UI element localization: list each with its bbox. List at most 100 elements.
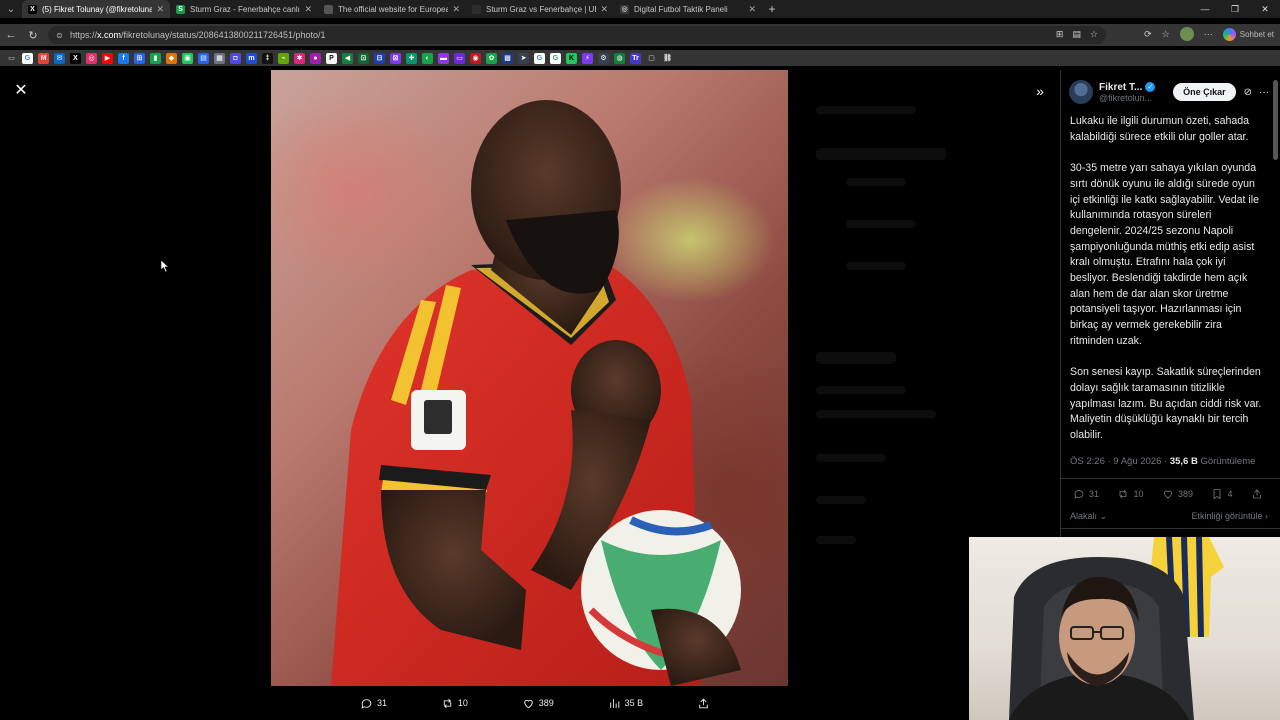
bookmark-icon[interactable]: ▶ xyxy=(102,52,113,64)
bookmark-icon[interactable]: ▢ xyxy=(646,52,657,64)
photo-action-bar: 31 10 389 35 B xyxy=(360,692,710,714)
collections-icon[interactable]: ▭ xyxy=(6,52,17,64)
bookmark-icon[interactable]: ⊟ xyxy=(374,52,385,64)
bookmark-icon[interactable]: ‡ xyxy=(262,52,273,64)
bookmark-icon[interactable]: ▩ xyxy=(502,52,513,64)
related-dropdown[interactable]: Alakalı ⌄ xyxy=(1070,511,1107,522)
bookmark-icon[interactable]: ▤ xyxy=(198,52,209,64)
browser-tab[interactable]: ◎ Digital Futbol Taktik Paneli ✕ xyxy=(614,0,762,18)
bookmark-icon[interactable]: ◍ xyxy=(614,52,625,64)
grok-icon[interactable]: ⊘ xyxy=(1244,87,1252,98)
tab-close-icon[interactable]: ✕ xyxy=(600,4,608,15)
tweet-photo[interactable] xyxy=(271,70,788,686)
bookmark-icon[interactable]: ➤ xyxy=(518,52,529,64)
tweet-timestamp[interactable]: ÖS 2:26 · 9 Ağu 2026 · xyxy=(1070,456,1167,467)
back-icon[interactable]: ← xyxy=(0,29,22,41)
bookmark-icon xyxy=(1214,489,1221,500)
like-button[interactable]: 389 xyxy=(522,697,554,710)
browser-tab[interactable]: Sturm Graz vs Fenerbahçe | UEFA ✕ xyxy=(466,0,614,18)
bookmark-icon[interactable]: ⊞ xyxy=(134,52,145,64)
panel-scrollbar[interactable] xyxy=(1273,80,1278,160)
bookmark-icon[interactable]: ▦ xyxy=(214,52,225,64)
bookmark-icon[interactable]: ● xyxy=(310,52,321,64)
profile-avatar[interactable] xyxy=(1179,27,1194,41)
bookmark-icon[interactable]: G xyxy=(22,52,33,64)
collapse-panel-icon[interactable]: » xyxy=(1030,82,1050,100)
bookmark-icon[interactable]: ▬ xyxy=(438,52,449,64)
bookmark-icon[interactable]: ▮ xyxy=(150,52,161,64)
tab-search-icon[interactable]: ⌄ xyxy=(0,0,22,18)
favorite-star-icon[interactable]: ☆ xyxy=(1090,29,1098,40)
tab-title: The official website for European xyxy=(338,4,449,14)
maximize-icon[interactable]: ❐ xyxy=(1220,0,1250,18)
photo-area: ✕ » 31 10 389 35 B xyxy=(0,70,1060,720)
bookmark-icon[interactable]: X xyxy=(70,52,81,64)
bookmark-icon[interactable]: ⚙ xyxy=(598,52,609,64)
bookmark-icon[interactable]: f xyxy=(118,52,129,64)
bookmark-icon[interactable]: ⛓ xyxy=(662,52,673,64)
minimize-icon[interactable]: — xyxy=(1190,0,1220,18)
bookmark-icon[interactable]: ✚ xyxy=(406,52,417,64)
browser-tab[interactable]: X (5) Fikret Tolunay (@fikretolunay) / ✕ xyxy=(22,0,170,18)
tweet-repost-button[interactable]: 10 xyxy=(1117,488,1144,500)
bookmark-icon[interactable]: m xyxy=(246,52,257,64)
reader-icon[interactable]: ▤ xyxy=(1072,29,1081,40)
reply-button[interactable]: 31 xyxy=(360,697,387,710)
bookmark-icon[interactable]: ◉ xyxy=(470,52,481,64)
tweet-bookmark-button[interactable]: 4 xyxy=(1211,488,1232,500)
tab-close-icon[interactable]: ✕ xyxy=(304,4,312,15)
bookmark-icon[interactable]: ▭ xyxy=(454,52,465,64)
favorites-icon[interactable]: ☆ xyxy=(1162,29,1170,40)
bookmark-icon[interactable]: ◀ xyxy=(342,52,353,64)
bookmark-icon[interactable]: ⌁ xyxy=(278,52,289,64)
tab-close-icon[interactable]: ✕ xyxy=(748,4,756,15)
tab-close-icon[interactable]: ✕ xyxy=(156,4,164,15)
author-names[interactable]: Fikret T... ✓ @fikretolun... xyxy=(1099,82,1167,103)
site-info-icon[interactable]: ⊜ xyxy=(56,31,66,40)
bookmark-icon[interactable]: P xyxy=(326,52,337,64)
bookmark-icon[interactable]: ✉ xyxy=(54,52,65,64)
apps-icon[interactable]: ⊞ xyxy=(1056,29,1064,40)
tweet-paragraph: Son senesi kayıp. Sakatlık süreçlerinden… xyxy=(1070,366,1262,442)
author-name: Fikret T... xyxy=(1099,81,1143,93)
bookmark-icon[interactable]: M xyxy=(38,52,49,64)
new-tab-button[interactable]: + xyxy=(762,2,782,16)
close-icon[interactable]: ✕ xyxy=(12,82,30,100)
reload-icon[interactable]: ↻ xyxy=(22,29,44,42)
bookmark-icon[interactable]: ◆ xyxy=(166,52,177,64)
tab-close-icon[interactable]: ✕ xyxy=(452,4,460,15)
bookmark-icon[interactable]: K xyxy=(566,52,577,64)
repost-icon xyxy=(1120,489,1127,499)
view-engagement-link[interactable]: Etkinliği görüntüle › xyxy=(1191,511,1268,522)
extensions-icon[interactable]: ⟳ xyxy=(1144,29,1152,40)
bookmark-icon[interactable]: ◎ xyxy=(86,52,97,64)
bookmark-icon[interactable]: ◘ xyxy=(230,52,241,64)
tweet-like-button[interactable]: 389 xyxy=(1162,488,1193,500)
menu-icon[interactable]: ··· xyxy=(1204,29,1213,39)
browser-tab[interactable]: The official website for European ✕ xyxy=(318,0,466,18)
bookmark-icon[interactable]: ⊡ xyxy=(358,52,369,64)
tweet-reply-button[interactable]: 31 xyxy=(1073,488,1099,500)
copilot-button[interactable]: Sohbet et xyxy=(1222,27,1274,41)
bookmark-icon[interactable]: ◐ xyxy=(422,52,433,64)
bookmark-icon[interactable]: ⚡ xyxy=(582,52,593,64)
bookmark-icon[interactable]: Tr xyxy=(630,52,641,64)
bookmark-icon[interactable]: ✱ xyxy=(294,52,305,64)
author-avatar[interactable] xyxy=(1069,80,1093,104)
tweet-views-label: Görüntüleme xyxy=(1200,456,1256,467)
bookmark-icon[interactable]: G xyxy=(534,52,545,64)
highlight-button[interactable]: Öne Çıkar xyxy=(1173,83,1236,101)
more-options-icon[interactable]: ··· xyxy=(1259,87,1269,98)
bookmark-icon[interactable]: ⊠ xyxy=(390,52,401,64)
address-bar[interactable]: ⊜ https://x.com/fikretolunay/status/2086… xyxy=(48,26,1106,44)
share-button[interactable] xyxy=(697,697,710,710)
views-button[interactable]: 35 B xyxy=(608,697,643,710)
browser-tab[interactable]: S Sturm Graz - Fenerbahçe canlı sko ✕ xyxy=(170,0,318,18)
tweet-share-button[interactable] xyxy=(1251,488,1263,500)
bookmark-icon[interactable]: ✿ xyxy=(486,52,497,64)
bookmark-icon[interactable]: G xyxy=(550,52,561,64)
tab-favicon-icon: X xyxy=(28,4,37,14)
close-window-icon[interactable]: ✕ xyxy=(1250,0,1280,18)
bookmark-icon[interactable]: ▣ xyxy=(182,52,193,64)
repost-button[interactable]: 10 xyxy=(441,697,468,710)
